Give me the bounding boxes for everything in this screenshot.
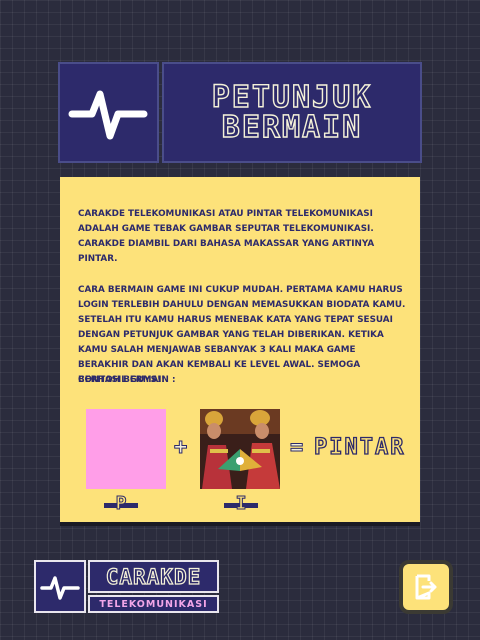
exit-icon — [415, 574, 437, 600]
exit-button[interactable] — [399, 560, 453, 614]
pulse-icon — [40, 576, 80, 600]
logo-main-panel: CARAKDE — [88, 560, 219, 593]
letter-slot-char: I — [235, 493, 247, 515]
title-panel: PETUNJUK BERMAIN — [162, 62, 422, 163]
pulse-icon — [68, 90, 148, 140]
logo-sub-text: TELEKOMUNIKASI — [99, 598, 208, 610]
instructions-paragraph-1: CARAKDE TELEKOMUNIKASI ATAU PINTAR TELEK… — [78, 209, 375, 264]
logo-main-text: CARAKDE — [105, 564, 202, 589]
letter-slot-1: P — [104, 493, 138, 515]
letter-slot-2: I — [224, 493, 258, 515]
app-logo: CARAKDE TELEKOMUNIKASI — [34, 560, 219, 613]
example-tile-pink — [86, 409, 166, 489]
example-tile-dancers-photo — [200, 409, 280, 489]
instructions-card: CARAKDE TELEKOMUNIKASI ATAU PINTAR TELEK… — [60, 177, 420, 522]
equals-sign: = — [289, 435, 304, 461]
instructions-paragraph-2: CARA BERMAIN GAME INI CUKUP MUDAH. PERTA… — [78, 285, 406, 385]
logo-icon-panel — [34, 560, 86, 613]
example-label: CONTOH BERMAIN : — [78, 375, 176, 385]
letter-slot-char: P — [115, 493, 127, 515]
title-line-2: BERMAIN — [221, 109, 363, 145]
logo-sub-panel: TELEKOMUNIKASI — [88, 595, 219, 613]
page-title: PETUNJUK BERMAIN — [211, 79, 373, 145]
plus-sign: + — [173, 435, 188, 461]
example-answer: PINTAR — [313, 434, 406, 460]
title-line-1: PETUNJUK — [211, 79, 373, 115]
header-icon-panel — [58, 62, 159, 163]
